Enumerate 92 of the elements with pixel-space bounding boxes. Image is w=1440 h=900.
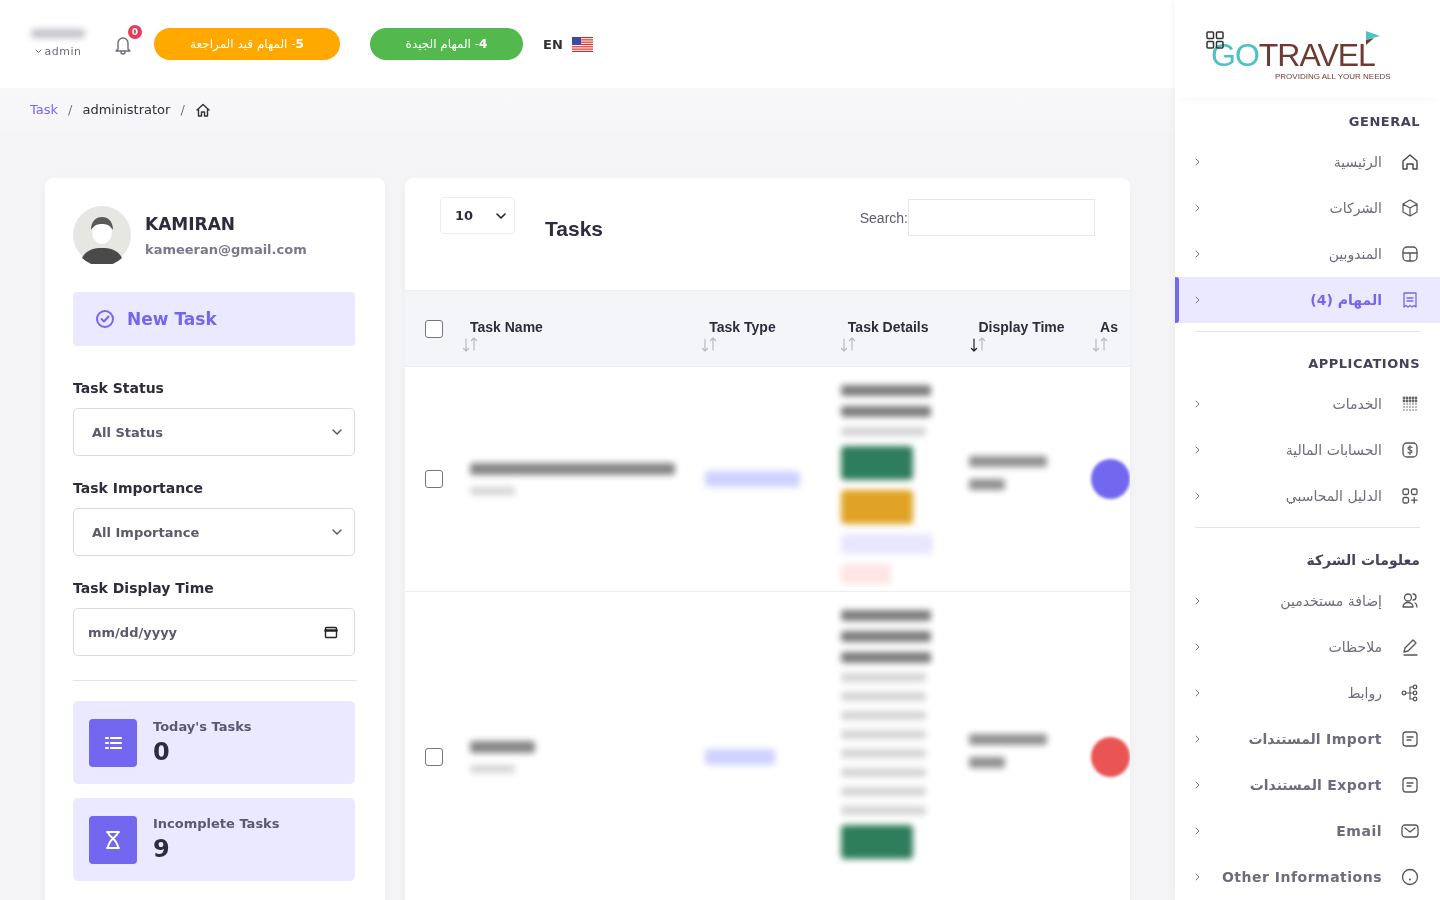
share-icon — [1400, 683, 1420, 703]
users-icon — [1400, 591, 1420, 611]
sidebar-item[interactable]: الرئيسية — [1195, 139, 1420, 185]
page-size-select[interactable]: 10 — [440, 197, 515, 234]
chevron-right-icon — [1195, 873, 1200, 881]
chevron-right-icon — [1195, 250, 1200, 258]
receipt-icon — [1400, 290, 1420, 310]
chevron-down-icon — [332, 429, 342, 435]
flag-pennant-icon — [1365, 30, 1381, 46]
breadcrumb-separator: / — [180, 102, 185, 117]
redacted-username — [31, 29, 85, 38]
filter-label: Task Display Time — [73, 580, 215, 596]
sidebar-item[interactable]: الدليل المحاسبي — [1195, 473, 1420, 519]
sidebar-item[interactable]: الخدمات — [1195, 381, 1420, 427]
sidebar-item[interactable]: Other Informations — [1195, 854, 1420, 900]
chevron-right-icon — [1195, 296, 1200, 304]
column-header[interactable]: Task Name — [470, 318, 710, 335]
chevron-down-icon — [332, 529, 342, 535]
row-checkbox[interactable] — [425, 747, 443, 766]
calendar-icon — [324, 625, 338, 639]
column-header[interactable]: As — [1100, 318, 1130, 335]
sidebar-item[interactable]: المهام (4) — [1175, 277, 1440, 323]
filter-label: Task Status — [73, 380, 165, 396]
home-icon[interactable] — [194, 101, 211, 118]
chevron-right-icon — [1195, 689, 1200, 697]
cube-icon — [1400, 198, 1420, 218]
chevron-right-icon — [1195, 158, 1200, 166]
redacted-text — [470, 740, 535, 773]
section-title: GENERAL — [1347, 114, 1420, 131]
breadcrumb-item: administrator — [82, 102, 171, 117]
notification-badge: 0 — [128, 25, 142, 39]
sidebar-item[interactable]: المندوبين — [1195, 231, 1420, 277]
chevron-down-icon — [34, 49, 42, 54]
search-label: Search: — [859, 209, 908, 226]
document-icon — [1400, 729, 1420, 749]
avatar-icon — [73, 206, 131, 264]
sidebar-item[interactable]: Export المستندات — [1195, 762, 1420, 808]
chevron-right-icon — [1195, 492, 1200, 500]
sidebar-item[interactable]: الشركات — [1195, 185, 1420, 231]
chevron-right-icon — [1195, 400, 1200, 408]
table-title: Tasks — [545, 217, 603, 241]
breadcrumb-separator: / — [68, 102, 73, 117]
chevron-right-icon — [1195, 827, 1200, 835]
new-task-button[interactable]: New Task — [73, 292, 355, 346]
check-circle-icon — [95, 309, 115, 329]
column-header[interactable]: Task Type — [709, 318, 848, 335]
sidebar-item[interactable]: ملاحظات — [1195, 624, 1420, 670]
section-title: APPLICATIONS — [1307, 356, 1420, 373]
logo-text: GOTRAVEL — [1211, 43, 1375, 67]
language-selector[interactable]: EN — [543, 36, 563, 52]
redacted-tag — [704, 748, 775, 765]
chevron-down-icon — [496, 212, 506, 219]
sidebar-item[interactable]: الحسابات المالية — [1195, 427, 1420, 473]
column-header[interactable]: Task Details — [847, 318, 979, 335]
logo-tagline: PROVIDING ALL YOUR NEEDS — [1275, 72, 1391, 81]
home-icon — [1400, 152, 1420, 172]
chevron-right-icon — [1195, 781, 1200, 789]
chevron-right-icon — [1195, 204, 1200, 212]
pencil-icon — [1400, 637, 1420, 657]
select-field[interactable]: All Importance — [73, 508, 355, 556]
stat-label: Incomplete Tasks — [153, 816, 280, 831]
select-field[interactable]: All Status — [73, 408, 355, 456]
profile-name: KAMIRAN — [145, 213, 237, 234]
stat-value: 0 — [153, 738, 171, 766]
sidebar-item[interactable]: إضافة مستخدمين — [1195, 578, 1420, 624]
info-icon — [1400, 867, 1420, 887]
column-header[interactable]: Display Time — [978, 318, 1101, 335]
breadcrumb-link[interactable]: Task — [30, 102, 59, 117]
row-checkbox[interactable] — [425, 470, 443, 488]
stat-value: 9 — [153, 835, 171, 863]
sidebar-item[interactable]: Import المستندات — [1195, 716, 1420, 762]
profile-email: kameeran@gmail.com — [145, 241, 307, 257]
user-menu[interactable]: admin — [28, 44, 88, 59]
chevron-right-icon — [1195, 446, 1200, 454]
panel-icon — [1400, 244, 1420, 264]
dots-icon — [1400, 394, 1420, 414]
apps-icon — [1400, 486, 1420, 506]
select-all-checkbox[interactable] — [425, 319, 443, 338]
filter-label: Task Importance — [73, 480, 204, 496]
sidebar-item[interactable]: Email — [1195, 808, 1420, 854]
search-field[interactable] — [908, 199, 1095, 236]
flag-icon — [571, 36, 593, 52]
document-icon — [1400, 775, 1420, 795]
mail-icon — [1400, 821, 1420, 841]
stat-label: Today's Tasks — [153, 719, 252, 734]
dollar-icon — [1400, 440, 1420, 460]
chevron-right-icon — [1195, 643, 1200, 651]
chevron-right-icon — [1195, 597, 1200, 605]
section-title: معلومات الشركة — [1305, 552, 1420, 571]
sidebar-item[interactable]: روابط — [1195, 670, 1420, 716]
date-field[interactable]: mm/dd/yyyy — [73, 608, 355, 656]
chevron-right-icon — [1195, 735, 1200, 743]
